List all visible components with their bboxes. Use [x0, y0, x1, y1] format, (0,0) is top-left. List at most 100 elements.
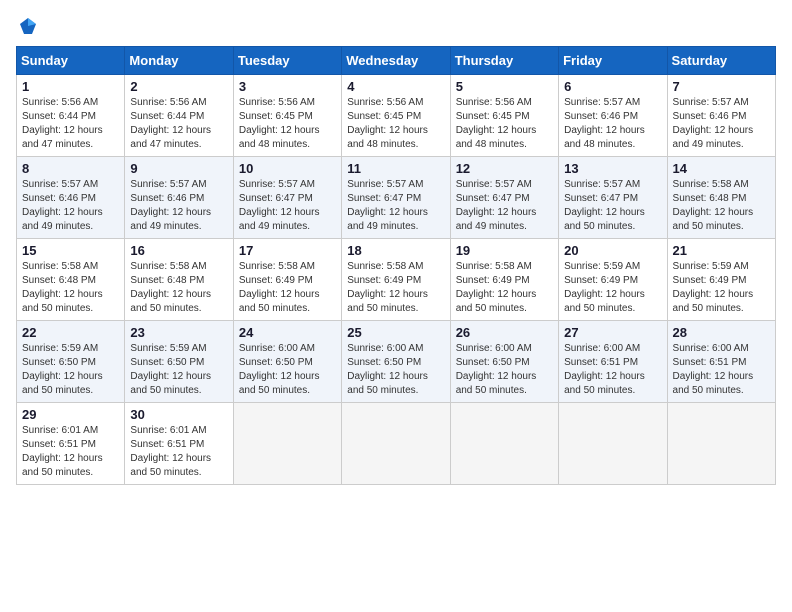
day-number: 14 [673, 161, 770, 176]
calendar-cell [559, 403, 667, 485]
day-number: 13 [564, 161, 661, 176]
day-info: Sunrise: 5:57 AMSunset: 6:46 PMDaylight:… [564, 96, 661, 152]
calendar-cell [342, 403, 450, 485]
day-number: 18 [347, 243, 444, 258]
day-info: Sunrise: 6:00 AMSunset: 6:50 PMDaylight:… [456, 342, 553, 398]
week-row-5: 29 Sunrise: 6:01 AMSunset: 6:51 PMDayligh… [17, 403, 776, 485]
day-info: Sunrise: 6:01 AMSunset: 6:51 PMDaylight:… [22, 424, 119, 480]
day-number: 26 [456, 325, 553, 340]
calendar-cell: 7Sunrise: 5:57 AMSunset: 6:46 PMDaylight… [667, 75, 775, 157]
day-number: 8 [22, 161, 119, 176]
day-info: Sunrise: 5:58 AMSunset: 6:49 PMDaylight:… [347, 260, 444, 316]
page-wrapper: SundayMondayTuesdayWednesdayThursdayFrid… [16, 16, 776, 485]
calendar-cell: 4 Sunrise: 5:56 AMSunset: 6:45 PMDaylight… [342, 75, 450, 157]
calendar-cell [450, 403, 558, 485]
calendar-cell: 17Sunrise: 5:58 AMSunset: 6:49 PMDayligh… [233, 239, 341, 321]
calendar-cell: 13 Sunrise: 5:57 AMSunset: 6:47 PMDayligh… [559, 157, 667, 239]
day-info: Sunrise: 5:57 AMSunset: 6:47 PMDaylight:… [456, 178, 553, 234]
day-number: 1 [22, 79, 119, 94]
col-header-wednesday: Wednesday [342, 47, 450, 75]
day-number: 20 [564, 243, 661, 258]
day-number: 25 [347, 325, 444, 340]
calendar-cell: 30Sunrise: 6:01 AMSunset: 6:51 PMDayligh… [125, 403, 233, 485]
day-number: 5 [456, 79, 553, 94]
day-info: Sunrise: 5:59 AMSunset: 6:50 PMDaylight:… [130, 342, 227, 398]
day-number: 27 [564, 325, 661, 340]
day-info: Sunrise: 5:57 AMSunset: 6:47 PMDaylight:… [347, 178, 444, 234]
calendar-cell: 27 Sunrise: 6:00 AMSunset: 6:51 PMDayligh… [559, 321, 667, 403]
day-number: 19 [456, 243, 553, 258]
calendar-cell: 11 Sunrise: 5:57 AMSunset: 6:47 PMDayligh… [342, 157, 450, 239]
day-info: Sunrise: 5:59 AMSunset: 6:50 PMDaylight:… [22, 342, 119, 398]
day-info: Sunrise: 5:57 AMSunset: 6:46 PMDaylight:… [130, 178, 227, 234]
calendar-cell: 15 Sunrise: 5:58 AMSunset: 6:48 PMDayligh… [17, 239, 125, 321]
day-number: 11 [347, 161, 444, 176]
calendar-cell: 26 Sunrise: 6:00 AMSunset: 6:50 PMDayligh… [450, 321, 558, 403]
calendar-cell: 21 Sunrise: 5:59 AMSunset: 6:49 PMDayligh… [667, 239, 775, 321]
calendar-cell: 22 Sunrise: 5:59 AMSunset: 6:50 PMDayligh… [17, 321, 125, 403]
day-info: Sunrise: 5:57 AMSunset: 6:47 PMDaylight:… [564, 178, 661, 234]
col-header-saturday: Saturday [667, 47, 775, 75]
col-header-monday: Monday [125, 47, 233, 75]
calendar-cell: 12 Sunrise: 5:57 AMSunset: 6:47 PMDayligh… [450, 157, 558, 239]
day-number: 29 [22, 407, 119, 422]
calendar-cell: 19 Sunrise: 5:58 AMSunset: 6:49 PMDayligh… [450, 239, 558, 321]
day-info: Sunrise: 5:56 AMSunset: 6:44 PMDaylight:… [22, 96, 119, 152]
calendar-cell: 5 Sunrise: 5:56 AMSunset: 6:45 PMDaylight… [450, 75, 558, 157]
day-number: 22 [22, 325, 119, 340]
calendar-cell: 20 Sunrise: 5:59 AMSunset: 6:49 PMDayligh… [559, 239, 667, 321]
calendar-cell: 14 Sunrise: 5:58 AMSunset: 6:48 PMDayligh… [667, 157, 775, 239]
day-info: Sunrise: 5:56 AMSunset: 6:45 PMDaylight:… [347, 96, 444, 152]
day-number: 3 [239, 79, 336, 94]
day-number: 15 [22, 243, 119, 258]
logo [16, 16, 38, 36]
col-header-thursday: Thursday [450, 47, 558, 75]
day-info: Sunrise: 5:58 AMSunset: 6:48 PMDaylight:… [673, 178, 770, 234]
day-info: Sunrise: 6:00 AMSunset: 6:50 PMDaylight:… [347, 342, 444, 398]
calendar-cell: 29 Sunrise: 6:01 AMSunset: 6:51 PMDayligh… [17, 403, 125, 485]
day-info: Sunrise: 6:00 AMSunset: 6:51 PMDaylight:… [673, 342, 770, 398]
logo-flag-icon [18, 16, 38, 36]
calendar-cell [667, 403, 775, 485]
day-info: Sunrise: 5:57 AMSunset: 6:47 PMDaylight:… [239, 178, 336, 234]
day-number: 12 [456, 161, 553, 176]
calendar-cell: 10Sunrise: 5:57 AMSunset: 6:47 PMDayligh… [233, 157, 341, 239]
day-number: 24 [239, 325, 336, 340]
day-info: Sunrise: 5:59 AMSunset: 6:49 PMDaylight:… [564, 260, 661, 316]
day-number: 28 [673, 325, 770, 340]
day-number: 4 [347, 79, 444, 94]
calendar-cell: 3 Sunrise: 5:56 AMSunset: 6:45 PMDaylight… [233, 75, 341, 157]
calendar-cell [233, 403, 341, 485]
col-header-tuesday: Tuesday [233, 47, 341, 75]
day-info: Sunrise: 5:56 AMSunset: 6:45 PMDaylight:… [239, 96, 336, 152]
day-info: Sunrise: 6:01 AMSunset: 6:51 PMDaylight:… [130, 424, 227, 480]
page-header [16, 16, 776, 36]
week-row-1: 1 Sunrise: 5:56 AMSunset: 6:44 PMDaylight… [17, 75, 776, 157]
calendar-cell: 18 Sunrise: 5:58 AMSunset: 6:49 PMDayligh… [342, 239, 450, 321]
calendar-cell: 9 Sunrise: 5:57 AMSunset: 6:46 PMDaylight… [125, 157, 233, 239]
calendar-header-row: SundayMondayTuesdayWednesdayThursdayFrid… [17, 47, 776, 75]
day-info: Sunrise: 5:58 AMSunset: 6:48 PMDaylight:… [22, 260, 119, 316]
day-info: Sunrise: 5:58 AMSunset: 6:49 PMDaylight:… [456, 260, 553, 316]
day-info: Sunrise: 6:00 AMSunset: 6:51 PMDaylight:… [564, 342, 661, 398]
calendar-cell: 23 Sunrise: 5:59 AMSunset: 6:50 PMDayligh… [125, 321, 233, 403]
day-number: 9 [130, 161, 227, 176]
calendar-cell: 6 Sunrise: 5:57 AMSunset: 6:46 PMDaylight… [559, 75, 667, 157]
calendar-cell: 24 Sunrise: 6:00 AMSunset: 6:50 PMDayligh… [233, 321, 341, 403]
day-info: Sunrise: 5:56 AMSunset: 6:45 PMDaylight:… [456, 96, 553, 152]
week-row-2: 8 Sunrise: 5:57 AMSunset: 6:46 PMDaylight… [17, 157, 776, 239]
day-number: 21 [673, 243, 770, 258]
col-header-friday: Friday [559, 47, 667, 75]
week-row-3: 15 Sunrise: 5:58 AMSunset: 6:48 PMDayligh… [17, 239, 776, 321]
day-number: 23 [130, 325, 227, 340]
calendar-cell: 2Sunrise: 5:56 AMSunset: 6:44 PMDaylight… [125, 75, 233, 157]
calendar-cell: 28 Sunrise: 6:00 AMSunset: 6:51 PMDayligh… [667, 321, 775, 403]
day-number: 16 [130, 243, 227, 258]
col-header-sunday: Sunday [17, 47, 125, 75]
calendar-cell: 16 Sunrise: 5:58 AMSunset: 6:48 PMDayligh… [125, 239, 233, 321]
day-number: 6 [564, 79, 661, 94]
day-info: Sunrise: 5:59 AMSunset: 6:49 PMDaylight:… [673, 260, 770, 316]
day-info: Sunrise: 5:58 AMSunset: 6:48 PMDaylight:… [130, 260, 227, 316]
day-info: Sunrise: 5:58 AMSunset: 6:49 PMDaylight:… [239, 260, 336, 316]
day-info: Sunrise: 6:00 AMSunset: 6:50 PMDaylight:… [239, 342, 336, 398]
